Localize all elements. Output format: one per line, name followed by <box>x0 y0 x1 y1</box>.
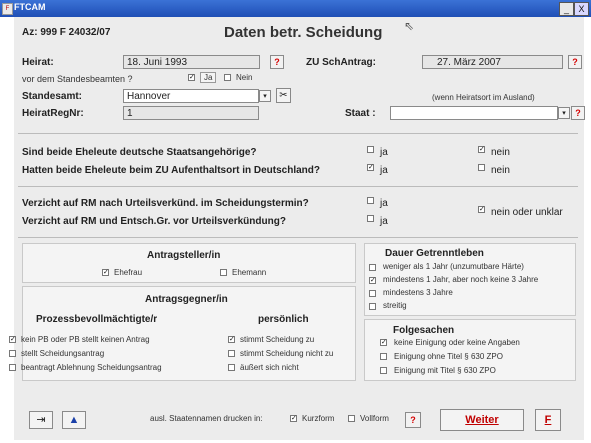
heirat-help-button[interactable]: ? <box>270 55 284 69</box>
divider <box>18 133 578 134</box>
pb-item-label: stellt Scheidungsantrag <box>21 349 105 358</box>
question-aufenthaltsort: Hatten beide Eheleute beim ZU Aufenthalt… <box>22 165 320 176</box>
folgesachen-title: Folgesachen <box>393 325 455 336</box>
window-titlebar: F FTCAM _ X <box>0 0 591 17</box>
pb-item-checkbox[interactable] <box>9 364 16 371</box>
pers-item-checkbox[interactable] <box>228 350 235 357</box>
getrennt-item-label: mindestens 3 Jahre <box>383 288 453 297</box>
q2-ja-label: ja <box>380 165 388 176</box>
antragsteller-box <box>22 243 356 283</box>
up-arrow-icon[interactable]: ▲ <box>62 411 86 429</box>
q4-ja-checkbox[interactable] <box>367 215 374 222</box>
getrennt-item-label: weniger als 1 Jahr (unzumutbare Härte) <box>383 262 524 271</box>
folgesachen-item-checkbox[interactable]: ✓ <box>380 339 387 346</box>
standesamt-select[interactable]: Hannover <box>123 89 259 103</box>
q1-ja-label: ja <box>380 147 388 158</box>
folgesachen-item-label: Einigung ohne Titel § 630 ZPO <box>394 352 503 361</box>
staat-help-button[interactable]: ? <box>571 106 585 120</box>
question-verzicht-rm-termin: Verzicht auf RM nach Urteilsverkünd. im … <box>22 198 309 209</box>
q2-nein-checkbox[interactable] <box>478 164 485 171</box>
zu-schantrag-label: ZU SchAntrag: <box>306 57 376 68</box>
pers-item-checkbox[interactable] <box>228 364 235 371</box>
zu-schantrag-help-button[interactable]: ? <box>568 55 582 69</box>
divider <box>18 186 578 187</box>
divider <box>18 237 578 238</box>
q2-ja-checkbox[interactable]: ✓ <box>367 164 374 171</box>
staat-label: Staat : <box>345 108 376 119</box>
pers-item-checkbox[interactable]: ✓ <box>228 336 235 343</box>
exit-door-icon[interactable]: ⇥ <box>29 411 53 429</box>
antragsteller-title: Antragsteller/in <box>147 250 221 261</box>
pb-item-checkbox[interactable] <box>9 350 16 357</box>
ausland-note: (wenn Heiratsort im Ausland) <box>432 93 535 102</box>
question-staatsangehoerige: Sind beide Eheleute deutsche Staatsangeh… <box>22 147 257 158</box>
q3-ja-checkbox[interactable] <box>367 197 374 204</box>
getrennt-item-checkbox[interactable] <box>369 303 376 310</box>
q34-nein-label: nein oder unklar <box>491 207 563 218</box>
close-button[interactable]: X <box>574 2 589 16</box>
staat-select[interactable] <box>390 106 558 120</box>
standesamt-dropdown-icon[interactable]: ▾ <box>259 90 271 102</box>
kurzform-label: Kurzform <box>302 414 335 423</box>
page-title: Daten betr. Scheidung <box>224 24 383 41</box>
q1-nein-label: nein <box>491 147 510 158</box>
antragsgegner-title: Antragsgegner/in <box>145 294 228 305</box>
standesbeamte-nein-label: Nein <box>236 73 253 82</box>
persoenlich-title: persönlich <box>258 314 309 325</box>
q2-nein-label: nein <box>491 165 510 176</box>
pers-item-label: äußert sich nicht <box>240 363 299 372</box>
regnr-field[interactable]: 1 <box>123 106 259 120</box>
q3-ja-label: ja <box>380 198 388 209</box>
getrennt-item-label: streitig <box>383 301 407 310</box>
q4-ja-label: ja <box>380 216 388 227</box>
getrennt-item-label: mindestens 1 Jahr, aber noch keine 3 Jah… <box>383 275 539 284</box>
q34-nein-checkbox[interactable]: ✓ <box>478 206 485 213</box>
vollform-checkbox[interactable] <box>348 415 355 422</box>
ehemann-checkbox[interactable] <box>220 269 227 276</box>
standesbeamte-nein-checkbox[interactable] <box>224 74 231 81</box>
footer-help-button[interactable]: ? <box>405 412 421 428</box>
minimize-button[interactable]: _ <box>559 2 574 16</box>
pb-item-label: beantragt Ablehnung Scheidungsantrag <box>21 363 162 372</box>
standesamt-label: Standesamt: <box>22 91 83 102</box>
kurzform-checkbox[interactable]: ✓ <box>290 415 297 422</box>
folgesachen-item-checkbox[interactable] <box>380 353 387 360</box>
standesbeamte-ja-checkbox[interactable]: ✓ <box>188 74 195 81</box>
prozessbevollmaechtigte-title: Prozessbevollmächtigte/r <box>36 314 158 325</box>
ehefrau-checkbox[interactable]: ✓ <box>102 269 109 276</box>
getrenntleben-title: Dauer Getrenntleben <box>385 248 484 259</box>
vollform-label: Vollform <box>360 414 389 423</box>
getrennt-item-checkbox[interactable] <box>369 264 376 271</box>
folgesachen-item-label: keine Einigung oder keine Angaben <box>394 338 520 347</box>
q1-nein-checkbox[interactable]: ✓ <box>478 146 485 153</box>
heirat-date-field[interactable]: 18. Juni 1993 <box>123 55 260 69</box>
pb-item-label: kein PB oder PB stellt keinen Antrag <box>21 335 150 344</box>
heirat-label: Heirat: <box>22 57 54 68</box>
pers-item-label: stimmt Scheidung zu <box>240 335 315 344</box>
window-title: FTCAM <box>14 2 46 12</box>
folgesachen-item-checkbox[interactable] <box>380 367 387 374</box>
regnr-label: HeiratRegNr: <box>22 108 84 119</box>
folgesachen-item-label: Einigung mit Titel § 630 ZPO <box>394 366 496 375</box>
ehemann-label: Ehemann <box>232 268 267 277</box>
pers-item-label: stimmt Scheidung nicht zu <box>240 349 334 358</box>
q1-ja-checkbox[interactable] <box>367 146 374 153</box>
scissors-icon[interactable]: ✂ <box>276 88 291 103</box>
weiter-button[interactable]: Weiter <box>440 409 524 431</box>
getrennt-item-checkbox[interactable]: ✓ <box>369 277 376 284</box>
standesbeamte-ja-label: Ja <box>200 72 217 83</box>
zu-schantrag-date-field[interactable]: 27. März 2007 <box>422 55 563 69</box>
staatennamen-label: ausl. Staatennamen drucken in: <box>150 414 263 423</box>
pb-item-checkbox[interactable]: ✓ <box>9 336 16 343</box>
case-number: Az: 999 F 24032/07 <box>22 27 111 38</box>
standesbeamte-question: vor dem Standesbeamten ? <box>22 74 133 84</box>
staat-dropdown-icon[interactable]: ▾ <box>558 107 570 119</box>
ehefrau-label: Ehefrau <box>114 268 143 277</box>
f-button[interactable]: F <box>535 409 561 431</box>
mouse-cursor-icon: ⇖ <box>404 19 415 33</box>
app-logo-icon: F <box>2 3 13 15</box>
getrennt-item-checkbox[interactable] <box>369 290 376 297</box>
question-verzicht-rm-entsch: Verzicht auf RM und Entsch.Gr. vor Urtei… <box>22 216 286 227</box>
